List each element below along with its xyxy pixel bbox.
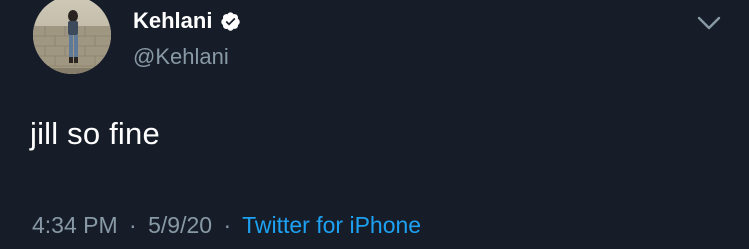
tweet-source-link[interactable]: Twitter for iPhone <box>242 212 421 238</box>
tweet-meta: 4:34 PM · 5/9/20 · Twitter for iPhone <box>32 212 421 239</box>
avatar[interactable] <box>33 0 111 74</box>
author-handle[interactable]: @Kehlani <box>133 44 229 70</box>
meta-separator: · <box>223 212 232 238</box>
avatar-image <box>33 0 111 74</box>
meta-separator: · <box>129 212 137 238</box>
tweet-time[interactable]: 4:34 PM <box>32 212 118 238</box>
tweet-date[interactable]: 5/9/20 <box>148 212 212 238</box>
tweet-card: Kehlani @Kehlani jill so fine 4:34 PM · … <box>0 0 749 249</box>
author-name[interactable]: Kehlani <box>133 8 241 34</box>
tweet-text: jill so fine <box>30 116 160 151</box>
author-name-text[interactable]: Kehlani <box>133 8 212 34</box>
chevron-down-icon[interactable] <box>696 14 722 32</box>
verified-badge-icon <box>220 11 241 32</box>
